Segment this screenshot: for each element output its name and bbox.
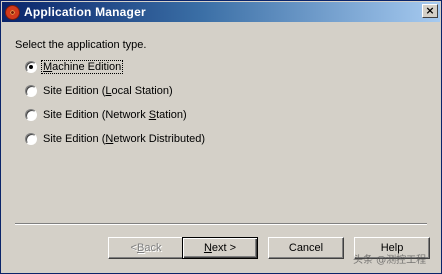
option-label[interactable]: Machine Edition [40, 60, 124, 74]
option-label[interactable]: Site Edition (Local Station) [42, 85, 174, 97]
app-radiation-icon [5, 4, 20, 20]
separator [15, 223, 427, 225]
application-manager-dialog: Application Manager × Select the applica… [0, 0, 442, 274]
close-button[interactable]: × [422, 4, 438, 18]
radio-site-local-station[interactable] [25, 85, 37, 97]
prompt-text: Select the application type. [15, 39, 147, 51]
window-title: Application Manager [24, 5, 146, 19]
option-site-network-distributed[interactable]: Site Edition (Network Distributed) [25, 131, 206, 147]
radio-site-network-distributed[interactable] [25, 133, 37, 145]
next-button[interactable]: Next > [182, 237, 258, 259]
back-button[interactable]: < Back [108, 237, 184, 259]
title-bar[interactable]: Application Manager × [2, 2, 440, 22]
watermark: 头条 @测控工程 [353, 255, 427, 266]
radio-site-network-station[interactable] [25, 109, 37, 121]
option-machine-edition[interactable]: Machine Edition [25, 59, 124, 75]
option-label[interactable]: Site Edition (Network Distributed) [42, 133, 206, 145]
radio-machine-edition[interactable] [25, 61, 37, 73]
option-site-network-station[interactable]: Site Edition (Network Station) [25, 107, 188, 123]
cancel-button[interactable]: Cancel [268, 237, 344, 259]
option-site-local-station[interactable]: Site Edition (Local Station) [25, 83, 174, 99]
option-label[interactable]: Site Edition (Network Station) [42, 109, 188, 121]
